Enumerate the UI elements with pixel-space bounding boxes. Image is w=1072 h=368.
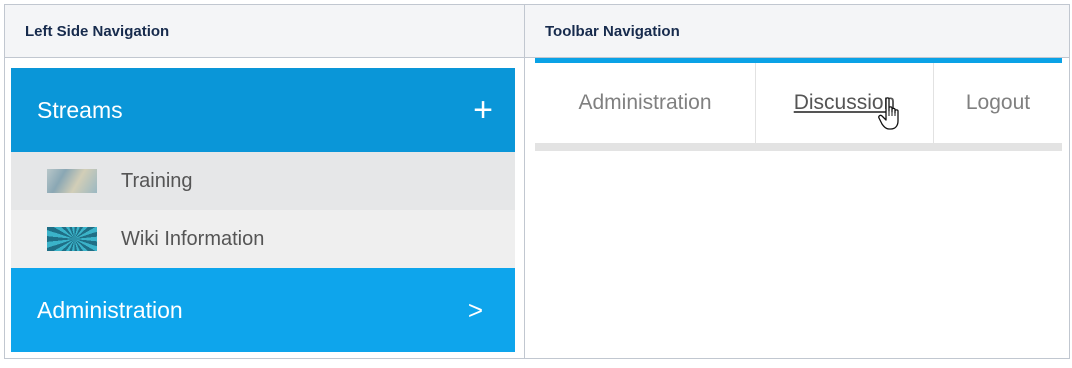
chevron-right-icon: > xyxy=(467,294,483,325)
hand-pointer-icon xyxy=(878,97,899,130)
toolbar-item-logout[interactable]: Logout xyxy=(934,63,1062,143)
wiki-thumbnail-icon xyxy=(47,227,97,251)
toolbar-nav-column-header: Toolbar Navigation xyxy=(524,4,1070,58)
toolbar-nav-cell: Administration Discussion Logout xyxy=(524,57,1070,359)
toolbar-items: Administration Discussion Logout xyxy=(535,63,1062,143)
left-nav-cell: Streams + Training Wiki Information Admi… xyxy=(4,57,525,359)
stream-item-label: Training xyxy=(121,169,193,192)
streams-label: Streams xyxy=(37,96,123,123)
left-nav-column-header: Left Side Navigation xyxy=(4,4,525,58)
toolbar-item-administration[interactable]: Administration xyxy=(535,63,756,143)
stream-item-label: Wiki Information xyxy=(121,227,265,250)
left-side-navigation: Streams + Training Wiki Information Admi… xyxy=(11,68,515,352)
streams-header[interactable]: Streams + xyxy=(11,68,515,152)
toolbar-item-discussion[interactable]: Discussion xyxy=(756,63,934,143)
stream-item-wiki-information[interactable]: Wiki Information xyxy=(11,210,515,268)
training-thumbnail-icon xyxy=(47,169,97,193)
toolbar-navigation: Administration Discussion Logout xyxy=(535,58,1062,151)
administration-label: Administration xyxy=(37,296,183,323)
toolbar-bottom-border xyxy=(535,143,1062,151)
administration-nav-item[interactable]: Administration > xyxy=(11,268,515,352)
comparison-table: Left Side Navigation Toolbar Navigation … xyxy=(4,4,1070,359)
plus-icon[interactable]: + xyxy=(473,93,493,127)
stream-item-training[interactable]: Training xyxy=(11,152,515,210)
